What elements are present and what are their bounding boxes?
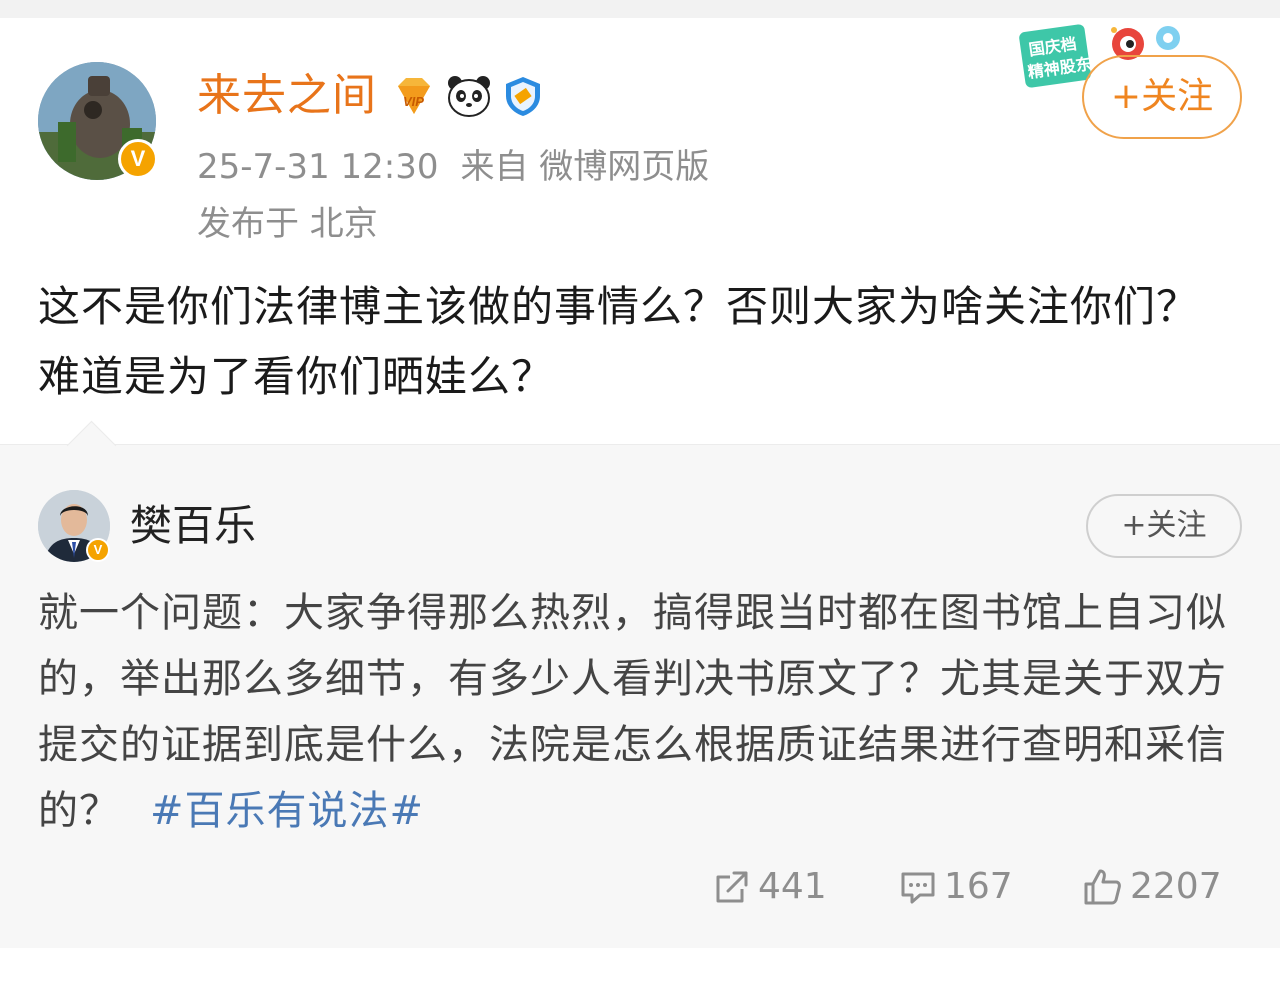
like-count-button[interactable]: 2207	[1082, 862, 1222, 912]
share-icon	[716, 871, 748, 903]
bottom-strip	[0, 948, 1280, 986]
author-name[interactable]: 来去之间	[197, 66, 377, 126]
post-meta: 25-7-31 12:30 来自 微博网页版	[197, 143, 709, 191]
post-timestamp[interactable]: 25-7-31 12:30	[197, 147, 439, 187]
repost-hashtag-link[interactable]: #百乐有说法#	[150, 788, 424, 834]
verified-shield-icon	[506, 77, 540, 116]
top-strip	[0, 0, 1280, 18]
svg-text:VIP: VIP	[403, 94, 424, 109]
repost-verified-v-badge: V	[86, 538, 110, 562]
vip-diamond-icon: VIP	[398, 78, 430, 114]
like-thumb-icon	[1084, 869, 1121, 905]
comment-count: 167	[944, 866, 1013, 907]
comment-icon	[901, 872, 935, 904]
post-text: 这不是你们法律博主该做的事情么？否则大家为啥关注你们？难道是为了看你们晒娃么？	[38, 282, 1200, 401]
repost-stats: 441 167 2207	[0, 862, 1280, 912]
repost-text: 就一个问题：大家争得那么热烈，搞得跟当时都在图书馆上自习似的，举出那么多细节，有…	[38, 580, 1252, 844]
post-location: 发布于 北京	[197, 204, 378, 244]
panda-icon	[448, 76, 490, 117]
post-source: 来自 微博网页版	[460, 147, 710, 187]
repost-follow-button[interactable]: +关注	[1086, 494, 1242, 558]
like-count: 2207	[1130, 866, 1222, 907]
follow-button[interactable]: +关注	[1082, 55, 1242, 139]
comment-count-button[interactable]: 167	[898, 862, 1013, 912]
repost-count-button[interactable]: 441	[712, 862, 827, 912]
repost-author-name[interactable]: 樊百乐	[130, 497, 256, 555]
repost-count: 441	[758, 866, 827, 907]
verified-v-badge: V	[118, 139, 158, 179]
